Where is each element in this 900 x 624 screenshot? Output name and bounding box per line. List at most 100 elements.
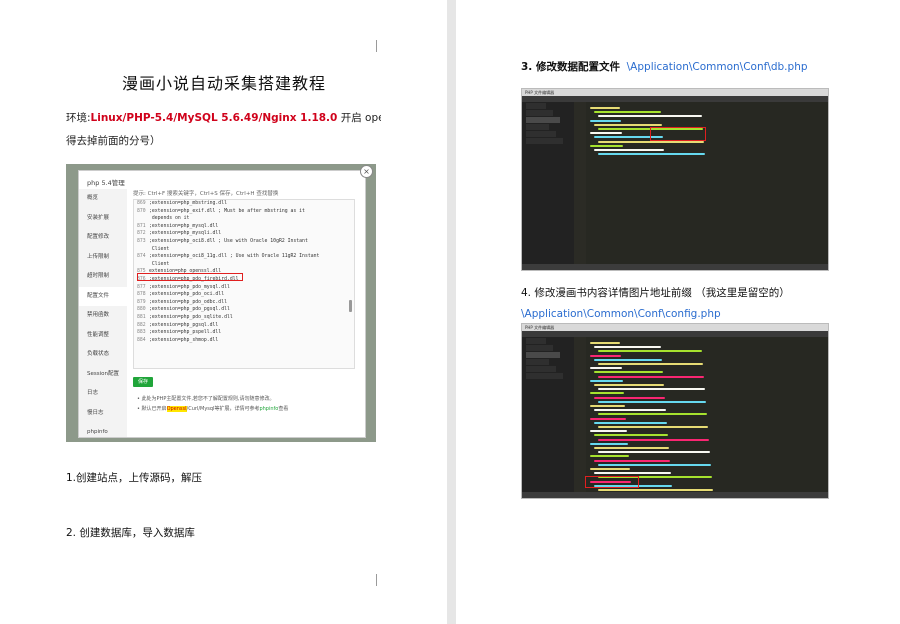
code-line — [590, 455, 629, 458]
file-tree-item[interactable] — [526, 124, 549, 130]
code-line: 877 ;extension=php_pdo_mysql.dll — [137, 284, 230, 290]
file-tree-item[interactable] — [526, 117, 560, 123]
code-line — [590, 405, 625, 407]
editor-gutter — [574, 337, 586, 492]
document-page-right: 3. 修改数据配置文件 \Application\Common\Conf\db.… — [456, 0, 900, 624]
code-line: 871 ;extension=php_mysql.dll — [137, 223, 219, 229]
code-line: 883 ;extension=php_pspell.dll — [137, 330, 222, 336]
code-line — [594, 358, 662, 361]
code-line — [594, 472, 671, 475]
code-line — [590, 442, 628, 445]
file-tree-item[interactable] — [526, 345, 553, 351]
db-settings-highlight-box — [650, 127, 706, 141]
step-3: 3. 修改数据配置文件 \Application\Common\Conf\db.… — [521, 61, 808, 73]
environment-line-continued: 得去掉前面的分号） — [66, 135, 161, 147]
sidebar-item[interactable]: 上传限制 — [79, 248, 127, 268]
code-line — [598, 413, 707, 416]
document-title: 漫画小说自动采集搭建教程 — [122, 74, 327, 93]
sidebar-item[interactable]: 日志 — [79, 384, 127, 404]
file-tree-item[interactable] — [526, 110, 553, 116]
step-1: 1.创建站点，上传源码，解压 — [66, 472, 203, 484]
code-line — [598, 463, 711, 466]
sidebar-item[interactable]: 性能调整 — [79, 326, 127, 346]
code-line — [594, 396, 665, 399]
code-line — [594, 459, 670, 462]
sidebar-item[interactable]: Session配置 — [79, 365, 127, 385]
sidebar-item[interactable]: 配置文件 — [79, 286, 127, 306]
code-line — [598, 400, 706, 403]
sidebar-item[interactable]: 配置修改 — [79, 228, 127, 248]
app-config-editor-screenshot: PHP 文件编辑器 — [521, 323, 829, 499]
editor-menubar: PHP 文件编辑器 — [522, 89, 828, 96]
page-corner-mark — [376, 574, 377, 586]
code-line — [590, 342, 620, 344]
file-tree-item[interactable] — [526, 338, 546, 344]
page-corner-mark — [376, 40, 377, 52]
file-tree-item[interactable] — [526, 352, 560, 358]
code-line: 872 ;extension=php_mysqli.dll — [137, 231, 222, 237]
scrollbar[interactable] — [349, 300, 352, 312]
save-button[interactable]: 保存 — [133, 377, 153, 387]
code-line — [590, 132, 622, 135]
sidebar-item[interactable]: 超时限制 — [79, 267, 127, 287]
file-tree-item[interactable] — [526, 366, 556, 372]
code-line — [598, 489, 713, 491]
file-tree-item[interactable] — [526, 138, 563, 144]
code-line — [598, 350, 702, 353]
code-line — [590, 392, 624, 395]
php-manage-dialog: php 5.4管理 × 概览 安装扩展 配置修改 上传限制 超时限制 配置文件 禁用函数 性能… — [78, 165, 373, 438]
environment-line: 环境:Linux/PHP-5.4/MySQL 5.6.49/Nginx 1.18… — [66, 112, 381, 124]
code-line: 873 ;extension=php_oci8.dll ; Use with Or… — [137, 238, 308, 244]
code-line — [594, 447, 669, 449]
file-tree-item[interactable] — [526, 373, 563, 379]
code-line: 880 ;extension=php_pdo_pgsql.dll — [137, 307, 230, 313]
code-line — [598, 426, 708, 428]
code-line — [594, 409, 666, 412]
sidebar-item[interactable]: 概览 — [79, 189, 127, 209]
code-line — [598, 388, 705, 391]
sidebar-item[interactable]: phpinfo — [79, 423, 127, 442]
step-2: 2. 创建数据库，导入数据库 — [66, 527, 195, 539]
editor-file-tree — [522, 337, 574, 492]
code-line: 869 ;extension=php_mbstring.dll — [137, 201, 227, 206]
sidebar-item[interactable]: 安装扩展 — [79, 209, 127, 229]
dialog-sidebar: 概览 安装扩展 配置修改 上传限制 超时限制 配置文件 禁用函数 性能调整 负载状态 Sessio… — [79, 189, 127, 437]
code-line — [590, 144, 623, 147]
close-icon[interactable]: × — [360, 165, 373, 178]
code-line — [590, 468, 630, 470]
code-line — [594, 421, 667, 424]
code-line — [594, 149, 664, 151]
sidebar-item[interactable]: 慢日志 — [79, 404, 127, 424]
code-line: 878 ;extension=php_pdo_oci.dll — [137, 292, 225, 298]
editor-menubar: PHP 文件编辑器 — [522, 324, 828, 331]
code-line — [594, 384, 664, 386]
editor-statusbar — [522, 264, 828, 270]
file-tree-item[interactable] — [526, 359, 549, 365]
sidebar-item[interactable]: 负载状态 — [79, 345, 127, 365]
db-config-editor-screenshot: PHP 文件编辑器 — [521, 88, 829, 271]
step-4: 4. 修改漫画书内容详情图片地址前缀 （我这里是留空的） — [521, 287, 790, 299]
code-line — [594, 434, 668, 437]
dialog-title: php 5.4管理 — [87, 179, 125, 187]
editor-statusbar — [522, 492, 828, 498]
code-line — [590, 119, 621, 122]
code-line — [598, 438, 709, 441]
code-line — [590, 367, 622, 370]
code-line — [598, 153, 705, 156]
editor-file-tree — [522, 102, 574, 264]
openssl-highlight-box — [137, 273, 243, 281]
code-line — [594, 346, 661, 349]
config-note: • 此处为PHP主配置文件,若您不了解配置规则,请勿随意修改。 — [137, 396, 275, 402]
openssl-note: • 默认已开启Openssl/Curl/Mysql等扩展，详情可参考phpinf… — [137, 406, 289, 412]
code-line — [590, 379, 623, 382]
document-page-left: 漫画小说自动采集搭建教程 环境:Linux/PHP-5.4/MySQL 5.6.… — [0, 0, 447, 624]
code-line — [594, 371, 663, 374]
sidebar-item[interactable]: 禁用函数 — [79, 306, 127, 326]
code-line: 874 ;extension=php_oci8_11g.dll ; Use wit… — [137, 254, 320, 260]
image-prefix-highlight-box — [585, 476, 639, 488]
code-line — [590, 107, 620, 109]
file-tree-item[interactable] — [526, 131, 556, 137]
file-tree-item[interactable] — [526, 103, 546, 109]
config-code-editor[interactable]: 869 ;extension=php_mbstring.dll 870 ;extens… — [133, 199, 355, 369]
code-line: 879 ;extension=php_pdo_odbc.dll — [137, 299, 227, 305]
